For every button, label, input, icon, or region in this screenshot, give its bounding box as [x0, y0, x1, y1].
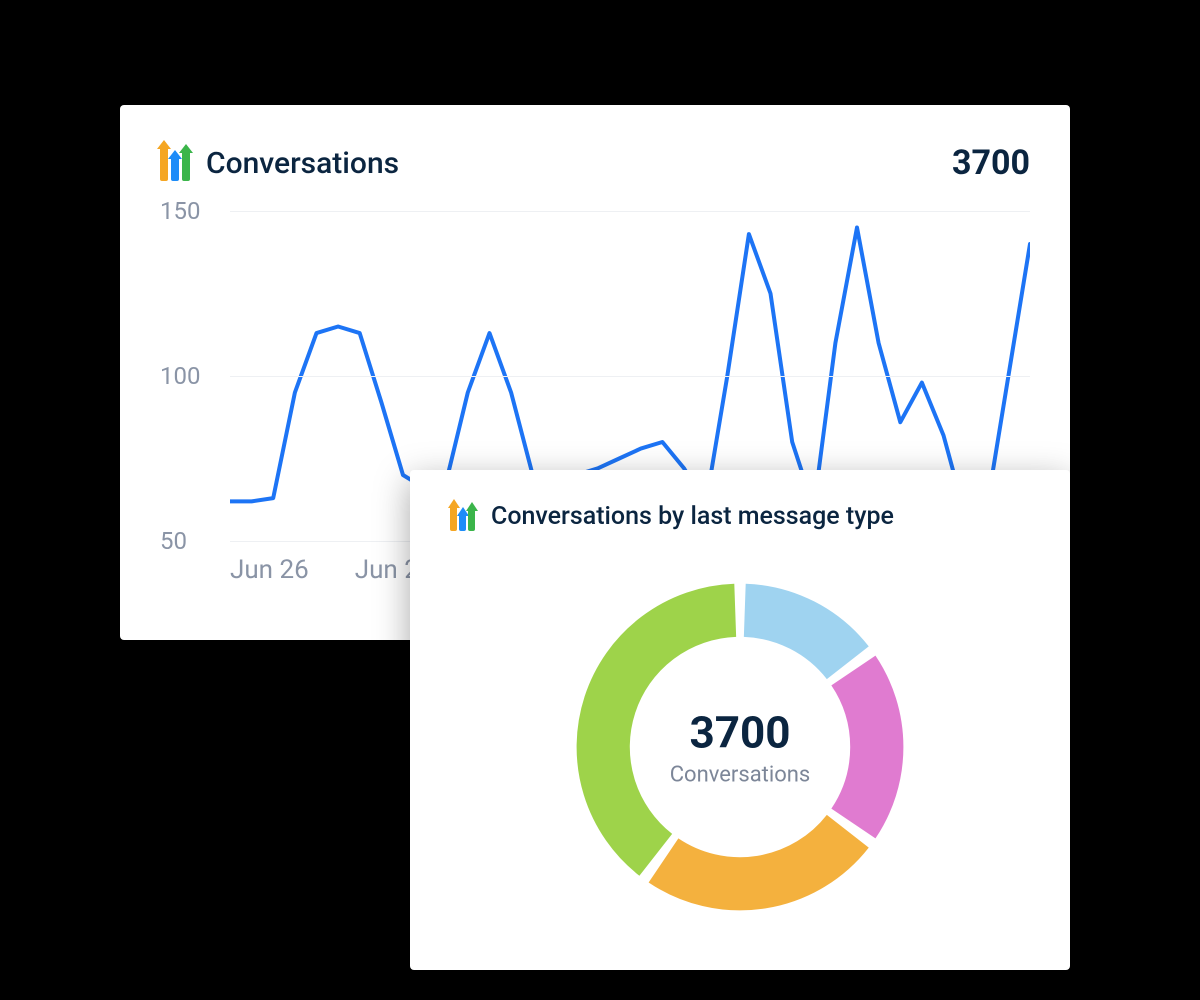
bars-arrow-up-icon: [450, 503, 475, 531]
y-tick: 50: [160, 527, 220, 555]
donut-wrap: 3700 Conversations: [550, 557, 930, 937]
grid-line: [230, 376, 1030, 377]
card-title: Conversations: [206, 146, 399, 181]
conversations-donut-card: Conversations by last message type 3700 …: [410, 470, 1070, 970]
y-tick: 150: [160, 197, 220, 225]
donut-center: 3700 Conversations: [670, 707, 811, 788]
donut-center-label: Conversations: [670, 763, 811, 788]
donut-segment: [853, 671, 876, 824]
donut-segment: [745, 610, 848, 662]
card-header: Conversations 3700: [160, 143, 1030, 183]
donut-segment: [664, 831, 848, 884]
grid-line: [230, 211, 1030, 212]
card-header: Conversations by last message type: [450, 502, 1030, 531]
card-title: Conversations by last message type: [491, 502, 894, 531]
x-tick: Jun 26: [230, 555, 309, 585]
card-metric: 3700: [952, 143, 1030, 183]
donut-center-value: 3700: [670, 707, 811, 759]
bars-arrow-up-icon: [160, 145, 190, 181]
y-tick: 100: [160, 362, 220, 390]
